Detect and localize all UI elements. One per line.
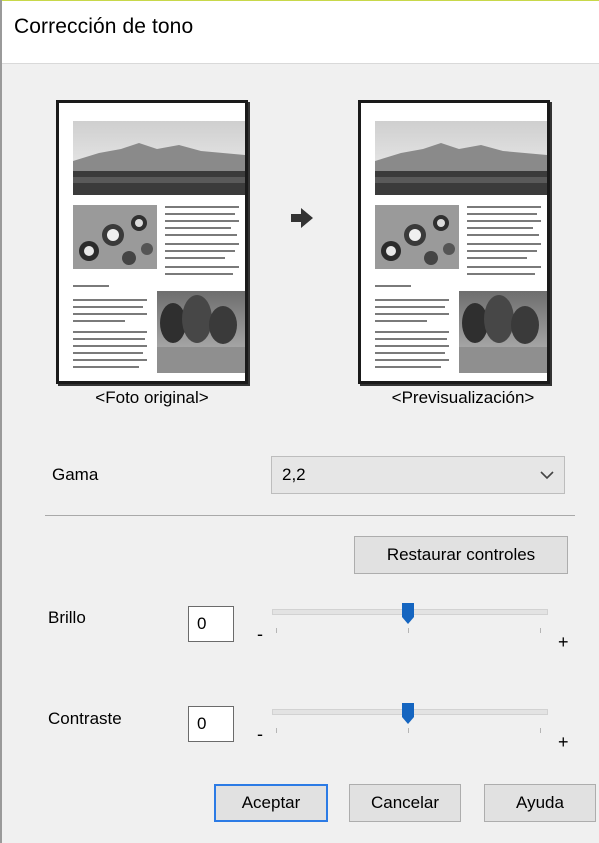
preview-caption: <Previsualización>: [391, 388, 535, 407]
arrow-right-icon: [291, 208, 313, 233]
title-bar: Corrección de tono: [2, 0, 599, 64]
slider-thumb-icon[interactable]: [401, 603, 415, 630]
chevron-down-icon: [540, 467, 554, 487]
reset-controls-button[interactable]: Restaurar controles: [354, 536, 568, 574]
slider-thumb-icon[interactable]: [401, 703, 415, 730]
brightness-label: Brillo: [48, 608, 86, 627]
contrast-max-label: +: [558, 732, 569, 752]
slider-tick: [540, 728, 541, 733]
brightness-max-label: +: [558, 632, 569, 652]
document-thumbnail-icon: [73, 121, 245, 373]
contrast-input[interactable]: 0: [188, 706, 234, 742]
brightness-slider[interactable]: - +: [254, 603, 574, 654]
original-photo-preview: [56, 100, 248, 384]
brightness-input[interactable]: 0: [188, 606, 234, 642]
slider-tick: [276, 628, 277, 633]
preview-photo: [358, 100, 550, 384]
gamma-value: 2,2: [282, 465, 306, 484]
divider: [45, 515, 575, 516]
slider-tick: [276, 728, 277, 733]
document-thumbnail-icon: [375, 121, 547, 373]
original-photo-caption: <Foto original>: [95, 388, 209, 407]
dialog-window: Corrección de tono <Foto original> <Prev…: [0, 0, 599, 843]
gamma-label: Gama: [52, 465, 99, 484]
dialog-title: Corrección de tono: [14, 15, 194, 38]
gamma-dropdown[interactable]: 2,2: [271, 456, 565, 494]
help-button[interactable]: Ayuda: [484, 784, 596, 822]
contrast-min-label: -: [257, 724, 263, 744]
ok-button[interactable]: Aceptar: [214, 784, 328, 822]
contrast-slider[interactable]: - +: [254, 703, 574, 754]
slider-tick: [540, 628, 541, 633]
cancel-button[interactable]: Cancelar: [349, 784, 461, 822]
brightness-min-label: -: [257, 624, 263, 644]
contrast-label: Contraste: [48, 709, 122, 728]
